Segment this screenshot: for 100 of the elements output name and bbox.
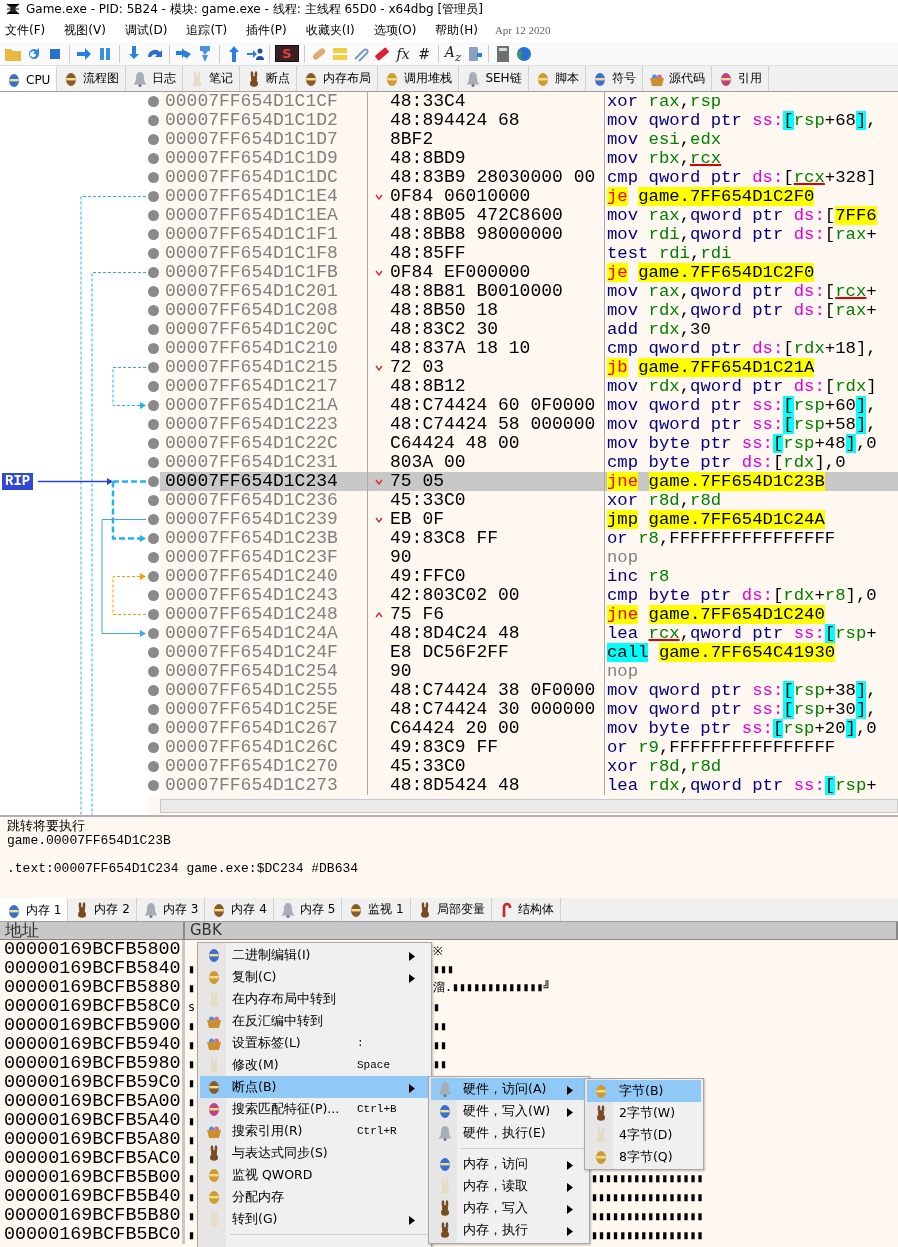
disasm-row[interactable]: 00007FF654D1C215 72 03 jb game.7FF654D1C21A: [148, 358, 898, 377]
disasm-row[interactable]: 00007FF654D1C210 48:837A 18 10 cmp qword ptr ds:[rdx+18],: [148, 339, 898, 358]
disasm-row[interactable]: 00007FF654D1C23F 90 nop: [148, 548, 898, 567]
disasm-row[interactable]: 00007FF654D1C254 90 nop: [148, 662, 898, 681]
calculator-icon[interactable]: [494, 44, 512, 63]
disasm-row[interactable]: 00007FF654D1C26C 49:83C9 FF or r9,FFFFFFFFFFFFFFFF: [148, 738, 898, 757]
menu-item[interactable]: 与表达式同步(S): [200, 1142, 429, 1164]
menu-item[interactable]: 在反汇编中转到: [200, 1010, 429, 1032]
breakpoint-marker[interactable]: [148, 419, 159, 430]
menu-item[interactable]: 8字节(Q): [587, 1146, 701, 1168]
disasm-row[interactable]: 00007FF654D1C1EA 48:8B05 472C8600 mov rax,qword ptr ds:[7FF6: [148, 206, 898, 225]
breakpoint-marker[interactable]: [148, 381, 159, 392]
menu-item[interactable]: 监视 QWORD: [200, 1164, 429, 1186]
menu-item[interactable]: 视图(V): [62, 21, 108, 39]
disasm-row[interactable]: 00007FF654D1C1DC 48:83B9 28030000 00 cmp qword ptr ds:[rcx+328]: [148, 168, 898, 187]
breakpoint-marker[interactable]: [148, 704, 159, 715]
disasm-row[interactable]: 00007FF654D1C1CF 48:33C4 xor rax,rsp: [148, 92, 898, 111]
breakpoint-marker[interactable]: [148, 552, 159, 563]
disasm-row[interactable]: 00007FF654D1C208 48:8B50 18 mov rdx,qword ptr ds:[rax+: [148, 301, 898, 320]
disasm-row[interactable]: 00007FF654D1C1F1 48:8BB8 98000000 mov rdi,qword ptr ds:[rax+: [148, 225, 898, 244]
breakpoint-marker[interactable]: [148, 761, 159, 772]
disasm-row[interactable]: 00007FF654D1C234 75 05 jne game.7FF654D1C23B: [148, 472, 898, 491]
menu-item[interactable]: 二进制编辑(I): [200, 944, 429, 966]
disasm-row[interactable]: 00007FF654D1C239 EB 0F jmp game.7FF654D1C24A: [148, 510, 898, 529]
menu-item[interactable]: 帮助(H): [433, 21, 480, 39]
tab[interactable]: CPU: [0, 66, 58, 91]
disasm-row[interactable]: 00007FF654D1C201 48:8B81 B0010000 mov rax,qword ptr ds:[rcx+: [148, 282, 898, 301]
breakpoint-marker[interactable]: [148, 628, 159, 639]
menu-item[interactable]: 追踪(T): [184, 21, 230, 39]
menu-item[interactable]: 复制(C): [200, 966, 429, 988]
disasm-row[interactable]: 00007FF654D1C223 48:C74424 58 000000 mov qword ptr ss:[rsp+58],: [148, 415, 898, 434]
breakpoint-marker[interactable]: [148, 723, 159, 734]
toolbar-button[interactable]: S: [275, 45, 299, 62]
breakpoint-marker[interactable]: [148, 210, 159, 221]
disasm-row[interactable]: 00007FF654D1C1D7 8BF2 mov esi,edx: [148, 130, 898, 149]
disasm-row[interactable]: 00007FF654D1C22C C64424 48 00 mov byte ptr ss:[rsp+48],0: [148, 434, 898, 453]
disasm-row[interactable]: 00007FF654D1C24F E8 DC56F2FF call game.7FF654C41930: [148, 643, 898, 662]
breakpoint-marker[interactable]: [148, 495, 159, 506]
menu-item[interactable]: 4字节(D): [587, 1124, 701, 1146]
menu-item[interactable]: 插件(P): [244, 21, 289, 39]
breakpoint-marker[interactable]: [148, 666, 159, 677]
disasm-row[interactable]: 00007FF654D1C1FB 0F84 EF000000 je game.7FF654D1C2F0: [148, 263, 898, 282]
toolbar-button[interactable]: #: [415, 45, 433, 62]
disasm-row[interactable]: 00007FF654D1C217 48:8B12 mov rdx,qword ptr ds:[rdx]: [148, 377, 898, 396]
breakpoint-marker[interactable]: [148, 400, 159, 411]
menu-item[interactable]: 设置标签(L) :: [200, 1032, 429, 1054]
disasm-row[interactable]: 00007FF654D1C243 42:803C02 00 cmp byte ptr ds:[rdx+r8],0: [148, 586, 898, 605]
breakpoint-marker[interactable]: [148, 248, 159, 259]
disasm-row[interactable]: 00007FF654D1C236 45:33C0 xor r8d,r8d: [148, 491, 898, 510]
menu-item[interactable]: 分配内存: [200, 1186, 429, 1208]
menu-item[interactable]: 硬件，访问(A): [431, 1078, 587, 1100]
disasm-row[interactable]: 00007FF654D1C25E 48:C74424 30 000000 mov qword ptr ss:[rsp+30],: [148, 700, 898, 719]
breakpoint-marker[interactable]: [148, 305, 159, 316]
disasm-row[interactable]: 00007FF654D1C240 49:FFC0 inc r8: [148, 567, 898, 586]
breakpoint-marker[interactable]: [148, 134, 159, 145]
disasm-row[interactable]: 00007FF654D1C270 45:33C0 xor r8d,r8d: [148, 757, 898, 776]
breakpoint-marker[interactable]: [148, 96, 159, 107]
menu-item[interactable]: 硬件，执行(E): [431, 1122, 587, 1144]
disasm-row[interactable]: 00007FF654D1C255 48:C74424 38 0F0000 mov qword ptr ss:[rsp+38],: [148, 681, 898, 700]
menu-item[interactable]: 调试(D): [122, 21, 170, 39]
menu-item[interactable]: 搜索匹配特征(P)... Ctrl+B: [200, 1098, 429, 1120]
breakpoint-marker[interactable]: [148, 438, 159, 449]
menu-item[interactable]: 文件(F): [3, 21, 48, 39]
menu-item[interactable]: 选项(O): [371, 21, 419, 39]
globe-icon[interactable]: [515, 44, 533, 63]
breakpoint-marker[interactable]: [148, 229, 159, 240]
disasm-row[interactable]: 00007FF654D1C1D9 48:8BD9 mov rbx,rcx: [148, 149, 898, 168]
menu-item[interactable]: 在内存布局中转到: [200, 988, 429, 1010]
breakpoint-marker[interactable]: [148, 343, 159, 354]
breakpoint-marker[interactable]: [148, 153, 159, 164]
menu-item[interactable]: 内存，执行: [431, 1219, 587, 1241]
menu-item[interactable]: 硬件，写入(W): [431, 1100, 587, 1122]
disasm-row[interactable]: 00007FF654D1C21A 48:C74424 60 0F0000 mov qword ptr ss:[rsp+60],: [148, 396, 898, 415]
breakpoint-marker[interactable]: [148, 191, 159, 202]
breakpoint-marker[interactable]: [148, 286, 159, 297]
breakpoint-marker[interactable]: [148, 533, 159, 544]
disasm-row[interactable]: 00007FF654D1C1E4 0F84 06010000 je game.7FF654D1C2F0: [148, 187, 898, 206]
breakpoint-marker[interactable]: [148, 267, 159, 278]
horizontal-scrollbar[interactable]: [160, 799, 898, 813]
breakpoint-marker[interactable]: [148, 780, 159, 791]
breakpoint-marker[interactable]: [148, 647, 159, 658]
menu-item[interactable]: 字节(B): [587, 1080, 701, 1102]
breakpoint-marker[interactable]: [148, 685, 159, 696]
disasm-row[interactable]: 00007FF654D1C20C 48:83C2 30 add rdx,30: [148, 320, 898, 339]
menu-item[interactable]: 搜索引用(R) Ctrl+R: [200, 1120, 429, 1142]
disasm-row[interactable]: 00007FF654D1C248 75 F6 jne game.7FF654D1C240: [148, 605, 898, 624]
tab[interactable]: 内存 1: [0, 898, 69, 921]
breakpoint-marker[interactable]: [148, 609, 159, 620]
menu-item[interactable]: 内存，写入: [431, 1197, 587, 1219]
toolbar-button[interactable]: A$_{z}$: [444, 43, 462, 64]
breakpoint-marker[interactable]: [148, 362, 159, 373]
menu-item[interactable]: 修改(M) Space: [200, 1054, 429, 1076]
menu-item[interactable]: 内存，访问: [431, 1153, 587, 1175]
breakpoint-marker[interactable]: [148, 514, 159, 525]
menu-item[interactable]: 内存，读取: [431, 1175, 587, 1197]
disasm-row[interactable]: 00007FF654D1C273 48:8D5424 48 lea rdx,qword ptr ss:[rsp+: [148, 776, 898, 795]
breakpoint-marker[interactable]: [148, 590, 159, 601]
menu-item[interactable]: 收藏夹(I): [303, 21, 357, 39]
menu-item[interactable]: 转到(G): [200, 1208, 429, 1230]
breakpoint-marker[interactable]: [148, 172, 159, 183]
